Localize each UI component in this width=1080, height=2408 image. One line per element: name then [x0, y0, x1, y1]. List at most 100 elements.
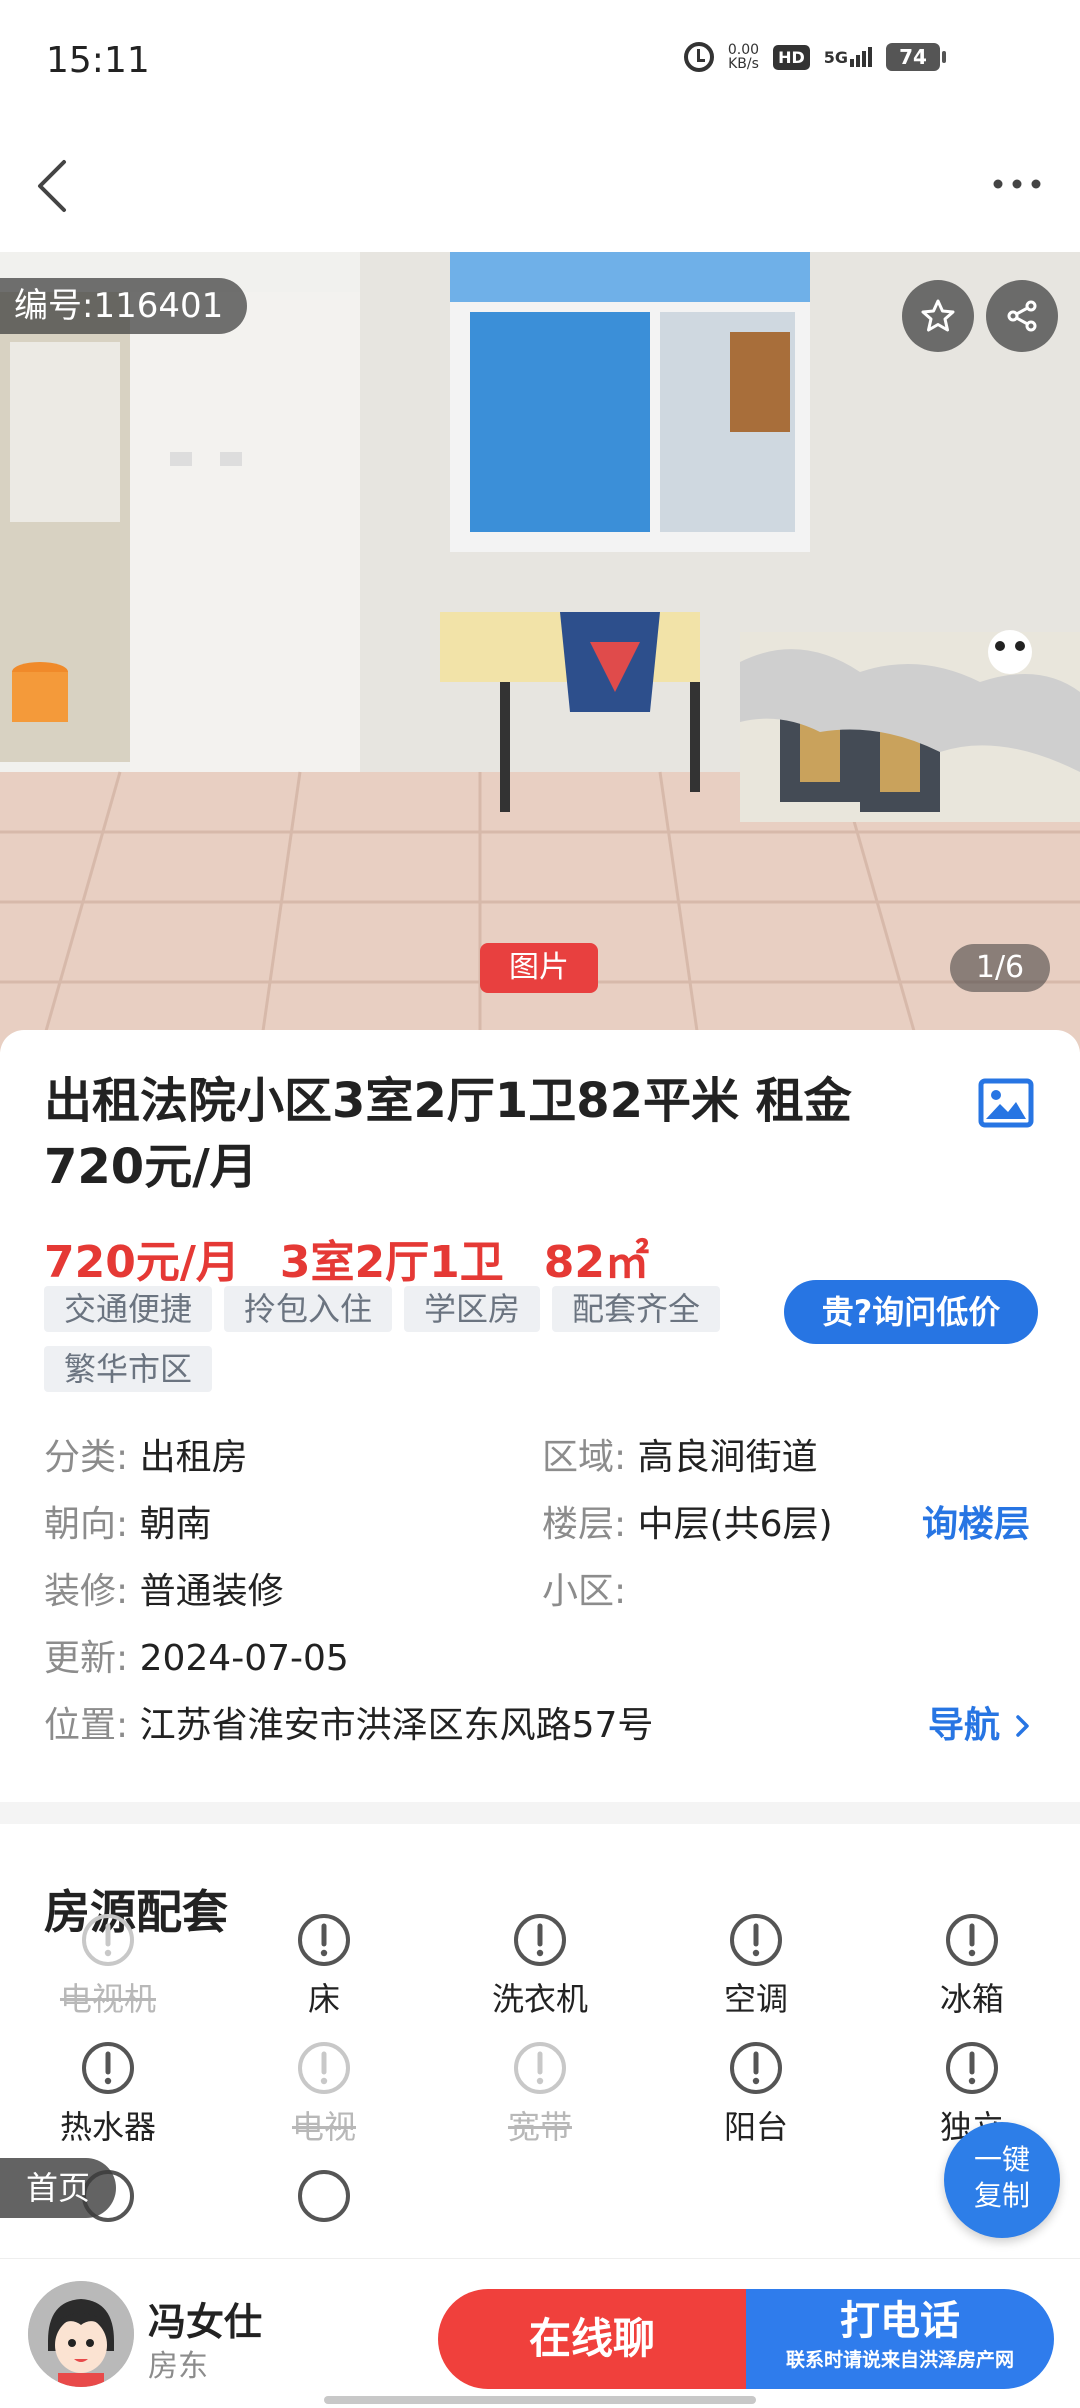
- gallery-button[interactable]: [978, 1078, 1034, 1128]
- feature-tag: 学区房: [404, 1286, 541, 1332]
- listing-title: 出租法院小区3室2厅1卫82平米 租金720元/月: [44, 1073, 852, 1195]
- facility-item: 床: [216, 1912, 432, 2038]
- feature-tag: 配套齐全: [552, 1286, 721, 1332]
- facility-icon: [730, 1914, 782, 1966]
- home-indicator[interactable]: [324, 2396, 756, 2404]
- field-label: 装修:: [44, 1571, 129, 1612]
- field-location: 位置: 江苏省淮安市洪泽区东风路57号: [44, 1702, 653, 1750]
- facility-icon: [946, 2042, 998, 2094]
- facility-label: 热水器: [59, 2108, 156, 2146]
- nav-bar: [0, 126, 1080, 252]
- home-button[interactable]: 首页: [0, 2158, 116, 2218]
- facility-label: 床: [307, 1980, 340, 2018]
- field-value: 中层(共6层): [637, 1504, 833, 1545]
- owner-role: 房东: [148, 2349, 208, 2384]
- field-value: 普通装修: [139, 1571, 284, 1612]
- net-speed: 0.00 KB/s: [728, 43, 759, 71]
- call-label: 打电话: [840, 2298, 960, 2344]
- one-click-copy-button[interactable]: 一键 复制: [944, 2122, 1060, 2238]
- field-category: 分类: 出租房: [44, 1434, 248, 1482]
- facility-label: 洗衣机: [491, 1980, 588, 2018]
- facility-label: 空调: [723, 1980, 788, 2018]
- back-button[interactable]: [24, 148, 94, 218]
- facility-label: 电视机: [59, 1980, 156, 2018]
- facility-item: 空调: [648, 1912, 864, 2038]
- call-note: 联系时请说来自洪泽房产网: [785, 2349, 1014, 2371]
- image-tab[interactable]: 图片: [480, 943, 598, 993]
- net-speed-unit: KB/s: [728, 56, 759, 72]
- listing-id-badge: 编号:116401: [0, 278, 248, 334]
- copy-label-line2: 复制: [973, 2179, 1030, 2212]
- field-updated: 更新: 2024-07-05: [44, 1635, 349, 1683]
- feature-tag: 交通便捷: [44, 1286, 213, 1332]
- navigate-label: 导航: [928, 1705, 1001, 1746]
- facility-icon: [82, 1914, 134, 1966]
- facility-item: 洗衣机: [432, 1912, 648, 2038]
- field-label: 位置:: [44, 1705, 129, 1746]
- ask-floor-link[interactable]: 询楼层: [922, 1501, 1030, 1549]
- field-label: 更新:: [44, 1638, 129, 1679]
- listing-photo[interactable]: [0, 252, 1080, 1052]
- owner-name: 冯女仕: [148, 2300, 263, 2344]
- status-time: 15:11: [46, 40, 150, 81]
- field-label: 楼层:: [542, 1504, 627, 1545]
- network-type: 5G: [823, 48, 848, 67]
- signal-icon: 5G: [824, 47, 872, 67]
- field-value: 高良涧街道: [637, 1437, 818, 1478]
- facility-item: 电视: [216, 2040, 432, 2166]
- owner-avatar[interactable]: [28, 2281, 134, 2387]
- battery-icon: 74: [886, 43, 946, 71]
- facility-item: 热水器: [0, 2040, 216, 2166]
- favorite-button[interactable]: [902, 280, 974, 352]
- facility-item: 宽带: [432, 2040, 648, 2166]
- facility-item: 电视机: [0, 1912, 216, 2038]
- facility-item: 冰箱: [864, 1912, 1080, 2038]
- feature-tags: 交通便捷 拎包入住 学区房 配套齐全 繁华市区: [44, 1286, 764, 1392]
- facility-icon: [298, 2042, 350, 2094]
- call-button[interactable]: 打电话 联系时请说来自洪泽房产网: [746, 2289, 1054, 2389]
- facility-label: 冰箱: [939, 1980, 1004, 2018]
- facility-icon: [82, 2042, 134, 2094]
- facility-icon: [946, 1914, 998, 1966]
- avatar-illustration: [28, 2281, 134, 2387]
- ask-low-price-button[interactable]: 贵?询问低价: [784, 1280, 1038, 1344]
- field-value: 江苏省淮安市洪泽区东风路57号: [139, 1705, 654, 1746]
- share-button[interactable]: [986, 280, 1058, 352]
- field-decoration: 装修: 普通装修: [44, 1568, 284, 1616]
- facility-icon: [298, 2170, 350, 2222]
- listing-detail-page: 15:11 0.00 KB/s HD 5G 74 编号:116401 图片 1/…: [0, 0, 1080, 2408]
- alarm-icon: [683, 42, 714, 72]
- chevron-left-icon: [38, 160, 66, 212]
- navigate-link[interactable]: 导航: [928, 1702, 1033, 1750]
- star-icon: [921, 299, 955, 332]
- bottom-action-bar: 冯女仕 房东 在线聊 打电话 联系时请说来自洪泽房产网: [0, 2258, 1080, 2408]
- facility-icon: [730, 2042, 782, 2094]
- more-button[interactable]: [982, 148, 1052, 218]
- facility-label: 宽带: [507, 2108, 572, 2146]
- field-value: 2024-07-05: [139, 1638, 349, 1679]
- listing-info-card: 出租法院小区3室2厅1卫82平米 租金720元/月 720元/月 3室2厅1卫 …: [0, 1030, 1080, 1802]
- share-icon: [1007, 300, 1037, 332]
- facility-icon: [298, 1914, 350, 1966]
- room-layout: 3室2厅1卫: [279, 1237, 504, 1288]
- field-region: 区域: 高良涧街道: [542, 1434, 818, 1482]
- floor-area: 82㎡: [543, 1237, 650, 1288]
- field-label: 分类:: [44, 1437, 129, 1478]
- field-label: 朝向:: [44, 1504, 129, 1545]
- image-gallery-icon: [978, 1078, 1034, 1128]
- online-chat-button[interactable]: 在线聊: [438, 2289, 746, 2389]
- field-value: 出租房: [139, 1437, 248, 1478]
- hd-icon: HD: [773, 44, 810, 70]
- facility-item: 阳台: [648, 2040, 864, 2166]
- field-floor: 楼层: 中层(共6层): [542, 1501, 833, 1549]
- feature-tag: 拎包入住: [224, 1286, 393, 1332]
- room-photo-illustration: [0, 252, 1080, 1052]
- facility-label: 电视: [291, 2108, 356, 2146]
- field-orientation: 朝向: 朝南: [44, 1501, 212, 1549]
- price-row: 720元/月 3室2厅1卫 82㎡: [44, 1226, 649, 1290]
- status-bar: 15:11 0.00 KB/s HD 5G 74: [0, 0, 1080, 126]
- status-icons: 0.00 KB/s HD 5G 74: [683, 42, 946, 72]
- field-community: 小区:: [542, 1568, 626, 1616]
- facility-icon: [514, 2042, 566, 2094]
- field-label: 区域:: [542, 1437, 627, 1478]
